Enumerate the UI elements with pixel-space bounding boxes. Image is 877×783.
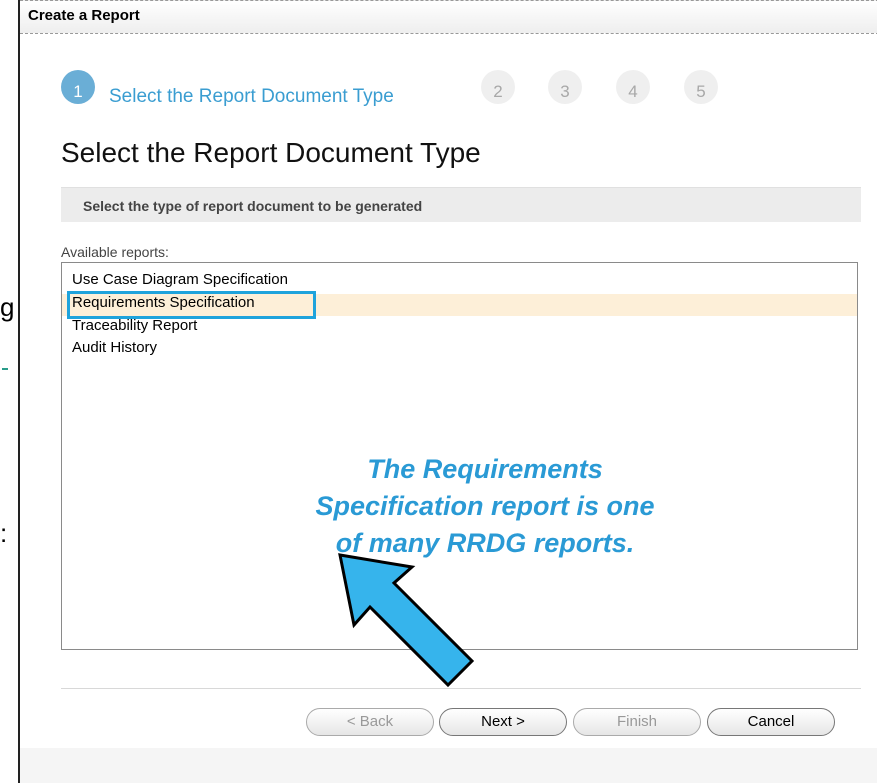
annotation-line-1: The Requirements [367, 454, 603, 484]
finish-button[interactable]: Finish [573, 708, 701, 736]
instruction-bar: Select the type of report document to be… [61, 187, 861, 222]
highlight-box [67, 291, 316, 319]
dialog-footer [20, 748, 877, 783]
background-text-fragment: g [0, 292, 15, 322]
back-button[interactable]: < Back [306, 708, 434, 736]
footer-divider [61, 688, 861, 689]
active-step-label: Select the Report Document Type [109, 86, 394, 107]
step-3-indicator: 3 [548, 70, 582, 104]
background-link-fragment [2, 368, 8, 370]
step-1-indicator: 1 [61, 70, 95, 104]
report-item-use-case[interactable]: Use Case Diagram Specification [72, 271, 288, 288]
step-4-indicator: 4 [616, 70, 650, 104]
cancel-button[interactable]: Cancel [707, 708, 835, 736]
step-2-indicator: 2 [481, 70, 515, 104]
dialog-titlebar[interactable]: Create a Report [20, 0, 877, 34]
report-item-traceability[interactable]: Traceability Report [72, 317, 197, 334]
report-item-audit-history[interactable]: Audit History [72, 339, 157, 356]
available-reports-label: Available reports: [61, 244, 169, 260]
page-title: Select the Report Document Type [61, 137, 481, 168]
instruction-text: Select the type of report document to be… [83, 198, 423, 214]
annotation-line-3: of many RRDG reports. [335, 528, 635, 558]
step-5-indicator: 5 [684, 70, 718, 104]
report-item-requirements-selected[interactable]: Requirements Specification [62, 291, 857, 319]
create-report-dialog: Create a Report 1 Select the Report Docu… [18, 0, 877, 783]
reports-listbox[interactable]: Use Case Diagram Specification Requireme… [61, 262, 858, 688]
background-text-fragment: : [0, 518, 8, 548]
next-button[interactable]: Next > [439, 708, 567, 736]
dialog-title: Create a Report [28, 7, 140, 24]
annotation-line-2: Specification report is one [315, 491, 655, 521]
annotation-callout: The Requirements Specification report is… [250, 451, 720, 562]
callout-arrow-icon [338, 553, 475, 688]
